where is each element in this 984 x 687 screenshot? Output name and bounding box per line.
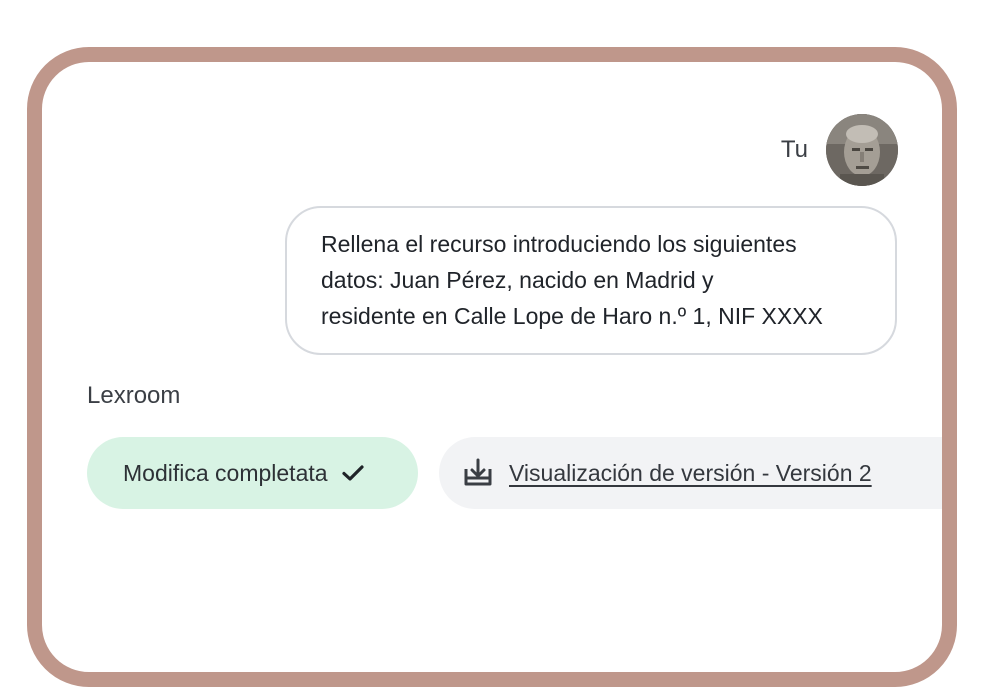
assistant-name: Lexroom xyxy=(87,382,181,409)
download-icon xyxy=(461,458,495,488)
user-avatar-icon xyxy=(826,114,898,186)
check-icon xyxy=(341,464,364,482)
chat-window: Tu Rellena el recurso introduciendo los … xyxy=(27,47,957,687)
user-message-bubble: Rellena el recurso introduciendo los sig… xyxy=(285,206,897,355)
user-header: Tu xyxy=(781,114,898,186)
status-badge: Modifica completata xyxy=(87,437,418,509)
avatar xyxy=(826,114,898,186)
user-name: Tu xyxy=(780,136,808,163)
version-link[interactable]: Visualización de versión - Versión 2 xyxy=(509,460,872,487)
version-link-pill[interactable]: Visualización de versión - Versión 2 xyxy=(439,437,942,509)
status-label: Modifica completata xyxy=(123,459,328,486)
